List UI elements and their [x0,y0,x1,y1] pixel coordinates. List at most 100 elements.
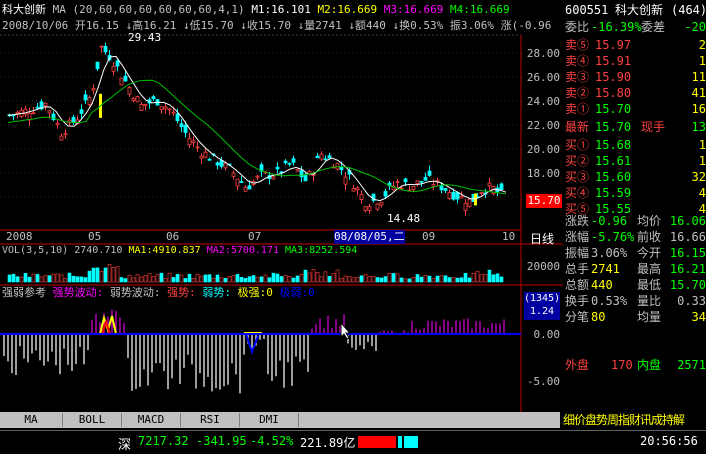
candle-body [135,96,140,103]
latest-label: 最新 [565,120,590,134]
volume-bar [99,271,104,283]
price-tick: 26.00 [526,71,560,84]
tab-ma[interactable]: MA [0,413,63,427]
volume-bar [327,276,332,283]
volume-bar [35,274,40,283]
candle-body [423,176,428,181]
candle-body [367,206,372,211]
volume-bar [275,273,280,283]
candle-body [319,153,324,160]
tab-dmi[interactable]: DMI [240,413,299,427]
stat-cell: 80 [591,310,606,324]
candle-body [179,123,184,128]
candle-body [255,175,260,178]
volume-bar [355,276,360,283]
stat-row: 涨幅 -5.76% 前收 16.66 [563,229,706,245]
volume-bar [119,277,124,283]
stat-row: 振幅 3.06% 今开 16.15 [563,245,706,261]
candle-body [175,113,180,122]
candle-body [355,187,360,191]
stat-cell: 16.21 [669,262,706,276]
volume-bar [67,272,72,283]
volume-bar [383,276,388,283]
candle-body [411,185,416,190]
candle-body [239,181,244,183]
volume-bar [243,277,248,283]
order-price: 15.80 [595,86,632,100]
stat-cell: 总手 [565,262,590,276]
tab-macd[interactable]: MACD [122,413,181,427]
stat-cell: 最高 [637,262,662,276]
volume-bar [195,273,200,283]
volume-bar [147,273,152,283]
volume-bar [447,277,452,283]
candle-body [103,46,108,53]
outer-inner-row: 外盘 170 内盘 2571 [563,357,706,373]
volume-header: VOL(3,5,10) 2740.710 MA1:4910.837 MA2:57… [2,244,357,258]
volume-bar [139,276,144,283]
volume-bar [279,276,284,283]
volume-bar [207,274,212,283]
volume-bar [451,277,456,283]
diff-label: 委差 [641,20,666,34]
candle-body [439,185,444,191]
volume-bar [299,273,304,283]
period-label[interactable]: 日线 [530,230,554,247]
candle-body [127,87,132,95]
candle-body [303,175,308,182]
candle-body [275,166,280,170]
candle-body [271,176,276,180]
tab-rsi[interactable]: RSI [181,413,240,427]
stat-row: 分笔 80 均量 34 [563,309,706,325]
candle-body [83,94,88,101]
decline-bar [404,436,418,448]
volume-bar [263,274,268,283]
volume-bar [391,273,396,283]
volume-bar [79,276,84,283]
order-volume: 41 [691,86,706,100]
advance-bar [358,436,396,448]
order-row: 买① 15.68 1 [563,137,706,153]
indicator-legend-item: 弱势波动: [109,286,168,299]
indicator-legend-item: 弱势: [202,286,238,299]
volume-bar [43,275,48,283]
status-bar: 深 7217.32 -341.95 -4.52% 221.89亿 20:56:5… [0,430,706,454]
stat-row: 总手 2741 最高 16.21 [563,261,706,277]
volume-bar [175,273,180,283]
volume-bar [75,276,80,283]
volume-bar [267,277,272,283]
tab-boll[interactable]: BOLL [63,413,122,427]
volume-bar [363,274,368,283]
volume-bar [403,278,408,283]
volume-bar [303,269,308,283]
candle-body [47,110,52,114]
volume-bar [107,264,112,283]
crosshair-date: 08/08/05,二 [334,230,405,244]
volume-bar [183,278,188,283]
volume-bar [411,276,416,283]
panel-footer-tabs[interactable]: 细价盘势周指财讯成持解 [563,412,706,428]
volume-bar [311,269,316,283]
volume-bar [167,272,172,283]
stat-cell: 440 [591,278,613,292]
volume-bar [455,277,460,283]
chart-area[interactable] [0,0,563,412]
candle-body [395,181,400,183]
volume-bar [351,277,356,283]
volume-bar [103,267,108,283]
volume-bar [223,277,228,283]
order-price: 15.61 [595,154,632,168]
volume-bar [23,273,28,283]
candle-body [151,96,156,100]
volume-bar [307,272,312,283]
market-code: (464) [671,3,706,17]
order-level: 买① [565,138,590,152]
candle-body [43,102,48,107]
candle-body [87,97,92,105]
volume-bar [219,277,224,283]
candle-body [223,162,228,169]
clock: 20:56:56 [640,434,698,448]
now-value: 13 [691,120,706,134]
candle-body [115,60,120,67]
candle-body [287,162,292,165]
